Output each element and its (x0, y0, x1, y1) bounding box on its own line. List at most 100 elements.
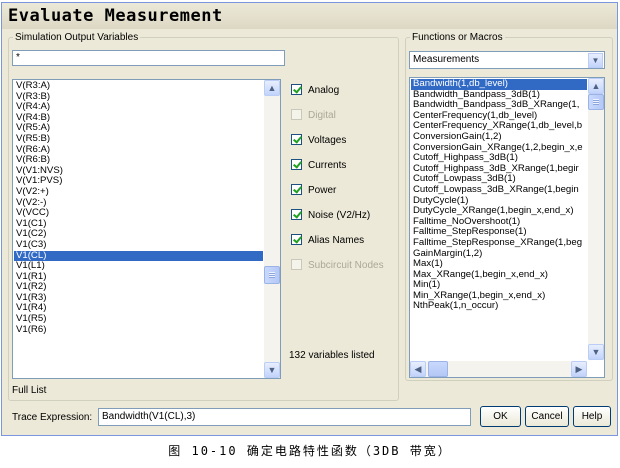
variable-list-item[interactable]: V1(R2) (14, 282, 263, 293)
function-list-item[interactable]: ConversionGain_XRange(1,2,begin_x,e (411, 143, 587, 154)
checkbox-icon (291, 109, 302, 120)
functions-scroll-down-icon[interactable]: ▼ (588, 344, 604, 360)
function-list-item[interactable]: CenterFrequency_XRange(1,db_level,b (411, 121, 587, 132)
variable-list-item[interactable]: V(R6:B) (14, 155, 263, 166)
variable-list-item[interactable]: V(V2:+) (14, 187, 263, 198)
variable-list-item[interactable]: V1(R1) (14, 272, 263, 283)
checkbox-voltages[interactable]: Voltages (291, 134, 346, 148)
checkbox-icon[interactable] (291, 134, 302, 145)
function-list-item[interactable]: Bandwidth(1,db_level) (411, 79, 587, 90)
variables-listbox[interactable]: V(R3:A) V(R3:B) V(R4:A) V(R4:B) V(R5:A) V(R5:… (12, 79, 281, 379)
checkbox-label: Subcircuit Nodes (308, 260, 384, 271)
function-list-item[interactable]: ConversionGain(1,2) (411, 132, 587, 143)
functions-horizontal-scrollbar[interactable]: ◀ ▶ (410, 361, 587, 377)
function-category-value: Measurements (413, 54, 480, 65)
function-list-item[interactable]: Falltime_StepResponse_XRange(1,beg (411, 238, 587, 249)
scroll-left-icon[interactable]: ◀ (410, 361, 426, 377)
variable-list-item[interactable]: V(V1:NVS) (14, 166, 263, 177)
scroll-down-icon[interactable]: ▼ (264, 362, 280, 378)
checkbox-analog[interactable]: Analog (291, 84, 339, 98)
function-list-item[interactable]: DutyCycle(1) (411, 196, 587, 207)
variables-scroll-thumb[interactable] (264, 266, 280, 284)
variable-list-item[interactable]: V(R3:A) (14, 81, 263, 92)
function-list-item[interactable]: Cutoff_Lowpass_3dB_XRange(1,begin (411, 185, 587, 196)
variable-list-item[interactable]: V1(C1) (14, 219, 263, 230)
function-list-item[interactable]: CenterFrequency(1,db_level) (411, 111, 587, 122)
variables-list-items: V(R3:A) V(R3:B) V(R4:A) V(R4:B) V(R5:A) V(R5:… (14, 81, 263, 335)
ok-button[interactable]: OK (480, 406, 521, 427)
functions-or-macros-legend: Functions or Macros (412, 32, 503, 43)
variable-list-item[interactable]: V1(R5) (14, 314, 263, 325)
checkbox-label: Voltages (308, 135, 347, 146)
function-list-item[interactable]: Cutoff_Highpass_3dB(1) (411, 153, 587, 164)
checkbox-label: Analog (308, 85, 340, 96)
scroll-right-icon[interactable]: ▶ (571, 361, 587, 377)
checkbox-label: Currents (308, 160, 347, 171)
variable-list-item[interactable]: V1(CL) (14, 250, 263, 262)
functions-listbox[interactable]: Bandwidth(1,db_level) Bandwidth_Bandpass_… (409, 77, 605, 378)
checkbox-icon[interactable] (291, 159, 302, 170)
variable-list-item[interactable]: V(VCC) (14, 208, 263, 219)
function-list-item[interactable]: Bandwidth_Bandpass_3dB(1) (411, 90, 587, 101)
cancel-button[interactable]: Cancel (525, 406, 569, 427)
variable-list-item[interactable]: V1(R3) (14, 293, 263, 304)
variable-list-item[interactable]: V(R4:A) (14, 102, 263, 113)
checkbox-icon[interactable] (291, 234, 302, 245)
figure-caption: 图 10-10 确定电路特性函数（3DB 带宽） (168, 444, 452, 458)
checkbox-label: Alias Names (308, 235, 365, 246)
evaluate-measurement-dialog: Evaluate Measurement Simulation Output V… (1, 2, 618, 436)
variable-list-item[interactable]: V(V1:PVS) (14, 176, 263, 187)
title-bar[interactable]: Evaluate Measurement (2, 3, 617, 29)
function-list-item[interactable]: Cutoff_Highpass_3dB_XRange(1,begir (411, 164, 587, 175)
functions-scroll-up-icon[interactable]: ▲ (588, 78, 604, 94)
variable-filter-input[interactable]: * (12, 50, 285, 66)
help-button[interactable]: Help (573, 406, 611, 427)
variable-list-item[interactable]: V(R4:B) (14, 113, 263, 124)
checkbox-icon[interactable] (291, 209, 302, 220)
variable-list-item[interactable]: V(R3:B) (14, 92, 263, 103)
functions-list-items: Bandwidth(1,db_level) Bandwidth_Bandpass_… (411, 79, 587, 312)
variable-list-item[interactable]: V(R5:B) (14, 134, 263, 145)
function-list-item[interactable]: Cutoff_Lowpass_3dB(1) (411, 174, 587, 185)
variables-vertical-scrollbar[interactable]: ▲ ▼ (264, 80, 280, 378)
function-list-item[interactable]: Falltime_StepResponse(1) (411, 227, 587, 238)
variable-list-item[interactable]: V(R5:A) (14, 123, 263, 134)
checkbox-label: Noise (V2/Hz) (308, 210, 371, 221)
checkbox-currents[interactable]: Currents (291, 159, 346, 173)
function-list-item[interactable]: Max(1) (411, 259, 587, 270)
function-list-item[interactable]: Min(1) (411, 280, 587, 291)
list-mode-label: Full List (12, 385, 47, 396)
variable-list-item[interactable]: V1(C3) (14, 240, 263, 251)
checkbox-icon (291, 259, 302, 270)
checkbox-label: Digital (308, 110, 336, 121)
checkbox-icon[interactable] (291, 184, 302, 195)
function-list-item[interactable]: Max_XRange(1,begin_x,end_x) (411, 270, 587, 281)
trace-expression-input[interactable]: Bandwidth(V1(CL),3) (98, 408, 471, 426)
function-list-item[interactable]: Bandwidth_Bandpass_3dB_XRange(1, (411, 100, 587, 111)
checkbox-noise-v2-hz[interactable]: Noise (V2/Hz) (291, 209, 370, 223)
variable-list-item[interactable]: V1(R4) (14, 303, 263, 314)
variable-list-item[interactable]: V(R6:A) (14, 145, 263, 156)
function-list-item[interactable]: Falltime_NoOvershoot(1) (411, 217, 587, 228)
functions-scroll-thumb[interactable] (588, 94, 604, 110)
variable-list-item[interactable]: V1(C2) (14, 229, 263, 240)
functions-hscroll-thumb[interactable] (428, 361, 448, 377)
simulation-output-variables-legend: Simulation Output Variables (15, 32, 139, 43)
function-list-item[interactable]: NthPeak(1,n_occur) (411, 301, 587, 312)
checkbox-label: Power (308, 185, 337, 196)
checkbox-digital: Digital (291, 109, 336, 123)
function-list-item[interactable]: Min_XRange(1,begin_x,end_x) (411, 291, 587, 302)
checkbox-icon[interactable] (291, 84, 302, 95)
dropdown-arrow-icon[interactable]: ▼ (588, 53, 603, 68)
checkbox-power[interactable]: Power (291, 184, 336, 198)
variable-list-item[interactable]: V(V2:-) (14, 198, 263, 209)
variable-list-item[interactable]: V1(L1) (14, 261, 263, 272)
scroll-up-icon[interactable]: ▲ (264, 80, 280, 96)
function-list-item[interactable]: GainMargin(1,2) (411, 249, 587, 260)
checkbox-alias-names[interactable]: Alias Names (291, 234, 364, 248)
function-list-item[interactable]: DutyCycle_XRange(1,begin_x,end_x) (411, 206, 587, 217)
function-category-dropdown[interactable]: Measurements ▼ (409, 51, 605, 69)
variable-list-item[interactable]: V1(R6) (14, 325, 263, 336)
functions-vertical-scrollbar[interactable]: ▲ ▼ (588, 78, 604, 360)
variables-count-text: 132 variables listed (289, 350, 375, 361)
